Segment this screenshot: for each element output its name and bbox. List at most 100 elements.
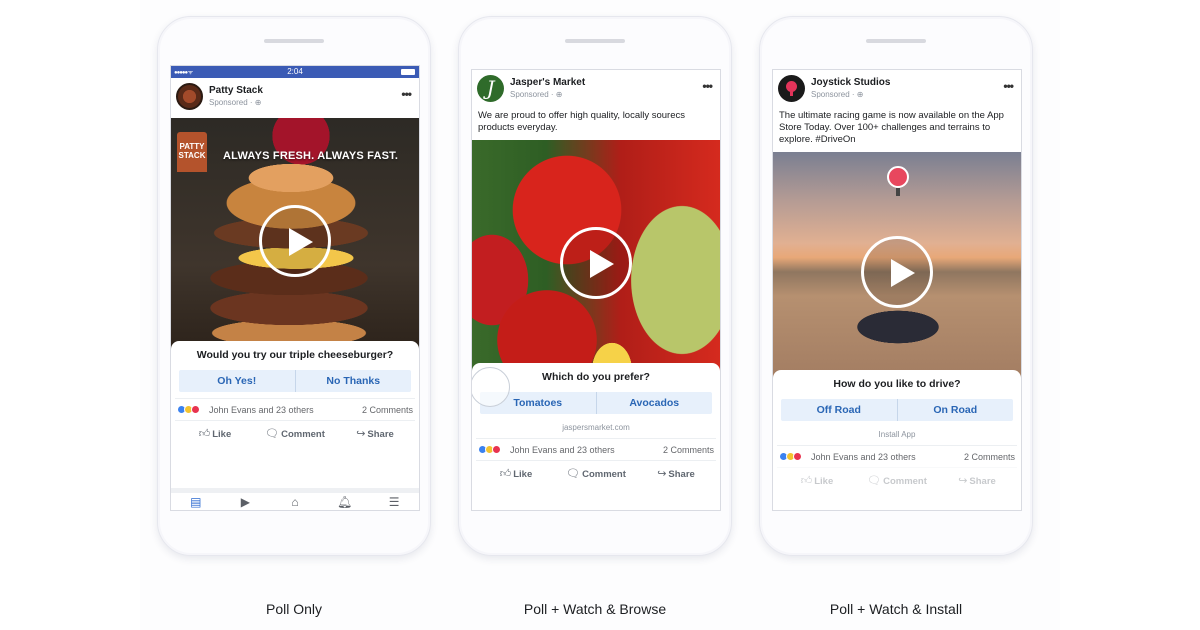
install-app-link[interactable]: Install App [781,430,1013,439]
page-name[interactable]: Patty Stack [209,85,263,96]
reactions-row: John Evans and 23 others 2 Comments [175,398,415,420]
comment-button[interactable]: 🗨︎ Comment [556,461,636,486]
like-button[interactable]: 👍︎ Like [777,468,857,493]
reaction-names[interactable]: John Evans and 23 others [811,452,916,462]
poll-question: Would you try our triple cheeseburger? [196,349,394,361]
poll-card: How do you like to drive? Off Road On Ro… [773,370,1021,445]
share-button[interactable]: ↪ Share [937,468,1017,493]
comment-button[interactable]: 🗨︎ Comment [255,421,335,446]
touch-indicator [472,367,510,407]
share-icon: ↪ [657,468,667,480]
more-options-icon[interactable]: ••• [702,79,713,93]
comment-icon: 🗨︎ [566,468,581,480]
phone-poll-only: ●●●●● ᯤ 2:04 Patty Stack Sponsored · ⊕ •… [157,16,431,556]
reaction-names[interactable]: John Evans and 23 others [209,405,314,415]
phone-screen: J Jasper's Market Sponsored · ⊕ ••• We a… [471,69,721,511]
share-button[interactable]: ↪ Share [335,421,415,446]
post-text: The ultimate racing game is now availabl… [779,110,1004,145]
like-icon: 👍︎ [499,468,512,480]
status-bar: ●●●●● ᯤ 2:04 [171,66,419,78]
video-media[interactable] [773,152,1021,392]
like-label: Like [212,429,232,440]
phone-label: Poll Only [265,601,323,617]
poll-question: Which do you prefer? [542,371,650,383]
play-icon[interactable] [861,236,933,308]
page-name[interactable]: Jasper's Market [510,77,585,88]
watch-icon[interactable]: ▶ [221,493,271,510]
game-logo-stick [896,188,900,196]
like-button[interactable]: 👍︎ Like [476,461,556,486]
action-bar: 👍︎ Like 🗨︎ Comment ↪ Share [476,460,716,486]
phone-poll-watch-install: Joystick Studios Sponsored · ⊕ ••• The u… [759,16,1033,556]
share-icon: ↪ [356,428,366,440]
reaction-names[interactable]: John Evans and 23 others [510,445,615,455]
video-media[interactable] [472,140,720,385]
page-name[interactable]: Joystick Studios [811,77,890,88]
media-caption: ALWAYS FRESH. ALWAYS FAST. [223,150,399,162]
poll-option-button[interactable]: Oh Yes! [179,370,295,392]
poll-option-button[interactable]: Off Road [781,399,897,421]
post-text: We are proud to offer high quality, loca… [478,110,686,133]
marketplace-icon[interactable]: ⌂ [270,493,320,510]
notifications-icon[interactable]: 🔔︎ [320,493,370,510]
phone-speaker [264,39,324,43]
poll-option-button[interactable]: No Thanks [294,370,412,392]
post-header: Joystick Studios Sponsored · ⊕ ••• [773,70,1021,110]
sponsored-label: Sponsored · ⊕ [209,98,262,107]
reaction-icons [478,445,501,463]
poll-link[interactable]: jaspersmarket.com [480,423,712,432]
share-label: Share [969,476,996,487]
post-header: Patty Stack Sponsored · ⊕ ••• [171,78,419,118]
comment-button[interactable]: 🗨︎ Comment [857,468,937,493]
reactions-row: John Evans and 23 others 2 Comments [777,445,1017,467]
poll-options: Tomatoes Avocados [480,392,712,414]
battery-icon [401,69,415,75]
share-label: Share [367,429,394,440]
avatar[interactable] [176,83,203,110]
phone-screen: Joystick Studios Sponsored · ⊕ ••• The u… [772,69,1022,511]
avatar[interactable] [778,75,805,102]
comment-count[interactable]: 2 Comments [964,452,1015,462]
like-label: Like [513,469,533,480]
reaction-icons [177,405,200,423]
action-bar: 👍︎ Like 🗨︎ Comment ↪ Share [777,467,1017,493]
brand-logo: PATTY STACK [177,132,207,172]
sponsored-label: Sponsored · ⊕ [510,90,563,99]
comment-icon: 🗨︎ [265,428,280,440]
comment-count[interactable]: 2 Comments [663,445,714,455]
bottom-tab-bar: ▤ ▶ ⌂ 🔔︎ ☰ [171,488,419,510]
post-header: J Jasper's Market Sponsored · ⊕ ••• [472,70,720,110]
game-logo-icon [887,166,909,188]
action-bar: 👍︎ Like 🗨︎ Comment ↪ Share [175,420,415,446]
more-options-icon[interactable]: ••• [1003,79,1014,93]
comment-label: Comment [883,476,927,487]
like-button[interactable]: 👍︎ Like [175,421,255,446]
comment-label: Comment [281,429,325,440]
more-options-icon[interactable]: ••• [401,87,412,101]
news-feed-icon[interactable]: ▤ [171,493,221,510]
phone-label: Poll + Watch & Browse [523,601,667,617]
share-label: Share [668,469,695,480]
love-reaction-icon [492,445,501,454]
play-icon[interactable] [259,204,331,277]
love-reaction-icon [191,405,200,414]
poll-options: Oh Yes! No Thanks [179,370,411,392]
play-icon[interactable] [560,226,632,299]
share-button[interactable]: ↪ Share [636,461,716,486]
menu-icon[interactable]: ☰ [369,493,419,510]
phone-screen: ●●●●● ᯤ 2:04 Patty Stack Sponsored · ⊕ •… [170,65,420,511]
like-icon: 👍︎ [800,475,813,487]
phone-speaker [565,39,625,43]
sponsored-label: Sponsored · ⊕ [811,90,864,99]
poll-option-button[interactable]: Avocados [595,392,713,414]
status-time: 2:04 [287,67,303,76]
phone-speaker [866,39,926,43]
phone-poll-watch-browse: J Jasper's Market Sponsored · ⊕ ••• We a… [458,16,732,556]
poll-option-button[interactable]: On Road [896,399,1014,421]
like-icon: 👍︎ [198,428,211,440]
comment-icon: 🗨︎ [867,475,882,487]
video-media[interactable]: PATTY STACK ALWAYS FRESH. ALWAYS FAST. [171,118,419,363]
phone-label: Poll + Watch & Install [829,601,963,617]
avatar[interactable]: J [477,75,504,102]
comment-count[interactable]: 2 Comments [362,405,413,415]
